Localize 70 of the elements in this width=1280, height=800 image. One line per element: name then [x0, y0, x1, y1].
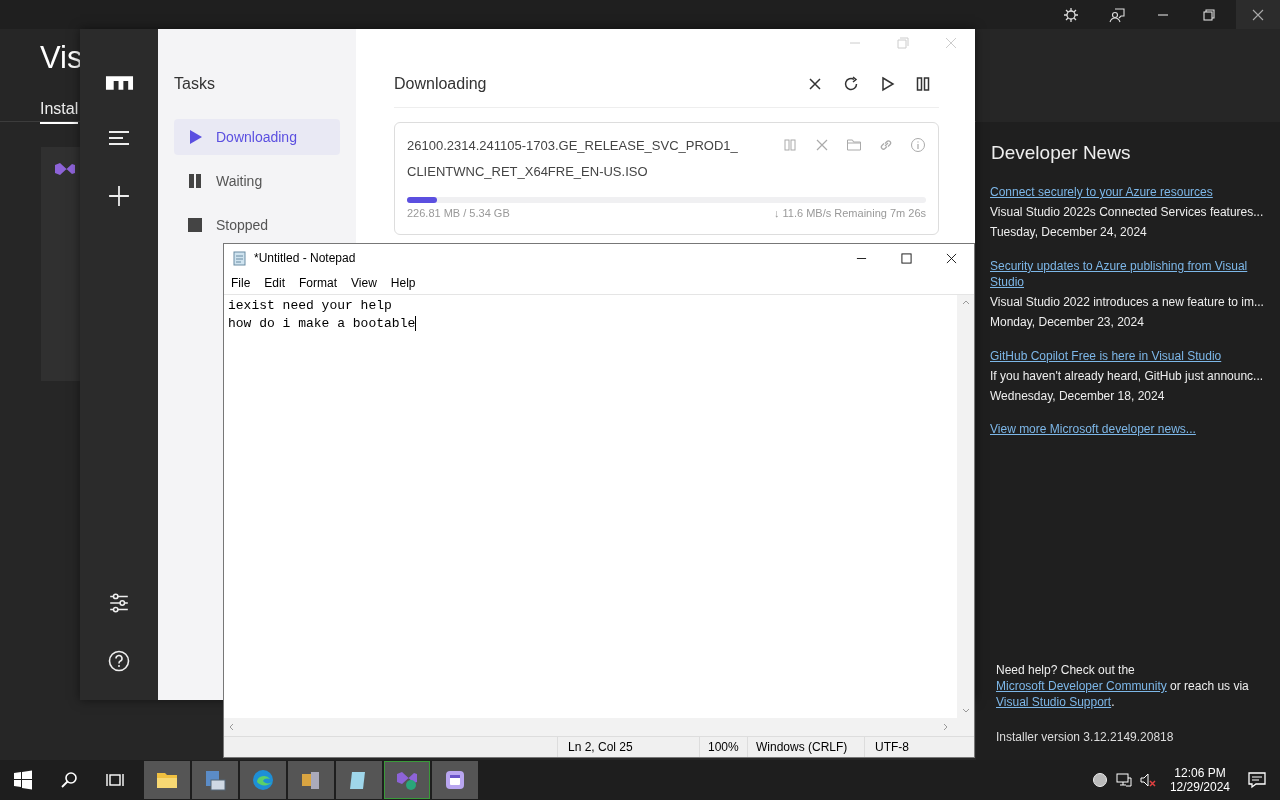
- installer-version: Installer version 3.12.2149.20818: [996, 730, 1175, 744]
- muted-speaker-icon[interactable]: [1139, 772, 1156, 788]
- horizontal-scrollbar[interactable]: [224, 718, 974, 736]
- search-icon[interactable]: [59, 770, 79, 790]
- close-icon[interactable]: [807, 76, 823, 92]
- download-manager-icon: [443, 768, 467, 792]
- file-name: 26100.2314.241105-1703.GE_RELEASE_SVC_PROD1_CLIENTWNC_RET_X64FRE_EN-US.ISO: [407, 137, 739, 181]
- notification-icon[interactable]: [1248, 771, 1266, 789]
- window-title: *Untitled - Notepad: [254, 251, 356, 265]
- task-filter[interactable]: Downloading: [174, 119, 340, 155]
- vertical-scrollbar[interactable]: [957, 295, 974, 718]
- settings-icon[interactable]: [1063, 6, 1079, 23]
- stop-icon: [188, 218, 202, 232]
- help-link[interactable]: Microsoft Developer Community: [996, 679, 1167, 693]
- task-filter[interactable]: Waiting: [174, 163, 340, 199]
- network-icon[interactable]: [1115, 772, 1132, 788]
- taskbar-app[interactable]: [336, 761, 382, 799]
- menu-item[interactable]: Edit: [259, 274, 291, 292]
- clock[interactable]: 12:06 PM 12/29/2024: [1169, 766, 1230, 794]
- news-summary: If you haven't already heard, GitHub just announc...: [990, 368, 1265, 384]
- restore-icon[interactable]: [1201, 6, 1217, 23]
- taskbar-app[interactable]: [144, 761, 190, 799]
- text-line: iexist need your help: [228, 297, 393, 315]
- panel-title: Tasks: [174, 75, 216, 93]
- text-line: how do i make a bootable: [228, 315, 418, 333]
- news-date: Wednesday, December 18, 2024: [990, 388, 1166, 404]
- news-heading: Developer News: [991, 142, 1132, 164]
- sliders-icon[interactable]: [108, 592, 130, 614]
- taskbar-app[interactable]: [432, 761, 478, 799]
- logo-icon: [104, 75, 134, 91]
- taskbar-app[interactable]: [288, 761, 334, 799]
- more-news-link[interactable]: View more Microsoft developer news...: [990, 422, 1266, 436]
- app-title: Vis: [40, 40, 83, 76]
- download-speed: ↓ 11.6 MB/s Remaining 7m 26s: [773, 207, 926, 220]
- pause-icon[interactable]: [915, 76, 931, 92]
- status-field: Windows (CRLF): [747, 737, 864, 757]
- help-icon[interactable]: [108, 650, 130, 672]
- status-field: Ln 2, Col 25: [557, 737, 699, 757]
- close-icon[interactable]: [946, 252, 957, 264]
- start-icon[interactable]: [13, 770, 33, 790]
- installed-tab[interactable]: Instal: [40, 100, 79, 124]
- news-summary: Visual Studio 2022 introduces a new feature to im...: [990, 294, 1265, 310]
- section-title: Downloading: [394, 75, 487, 93]
- play-icon: [188, 130, 202, 144]
- menu-item[interactable]: Help: [385, 274, 421, 292]
- downloaded-size: 226.81 MB / 5.34 GB: [407, 207, 510, 220]
- news-link[interactable]: Security updates to Azure publishing from Visual Studio: [990, 258, 1266, 290]
- news-date: Tuesday, December 24, 2024: [990, 224, 1148, 240]
- add-icon[interactable]: [108, 185, 130, 207]
- text-area[interactable]: iexist need your help how do i make a bootable: [224, 295, 957, 718]
- news-link[interactable]: Connect securely to your Azure resources: [990, 184, 1266, 200]
- menu-item[interactable]: File: [226, 274, 256, 292]
- browser-icon: [251, 768, 275, 792]
- help-text: Need help? Check out the Microsoft Developer Community or reach us via Visual Studio Support.: [996, 662, 1250, 710]
- maximize-icon[interactable]: [901, 252, 912, 264]
- news-date: Monday, December 23, 2024: [990, 314, 1145, 330]
- refresh-icon[interactable]: [843, 76, 859, 92]
- news-link[interactable]: GitHub Copilot Free is here in Visual Studio: [990, 348, 1266, 364]
- status-field: 100%: [699, 737, 747, 757]
- notepad-icon: [232, 250, 248, 266]
- play-icon[interactable]: [879, 76, 895, 92]
- task-filter[interactable]: Stopped: [174, 207, 340, 243]
- taskbar-app[interactable]: [192, 761, 238, 799]
- taskbar-app[interactable]: [240, 761, 286, 799]
- menu-item[interactable]: Format: [294, 274, 343, 292]
- status-field: UTF-8: [864, 737, 974, 757]
- pause-icon: [188, 174, 202, 188]
- menu-item[interactable]: View: [346, 274, 382, 292]
- feedback-icon[interactable]: [1109, 6, 1125, 23]
- news-summary: Visual Studio 2022s Connected Services features...: [990, 204, 1265, 220]
